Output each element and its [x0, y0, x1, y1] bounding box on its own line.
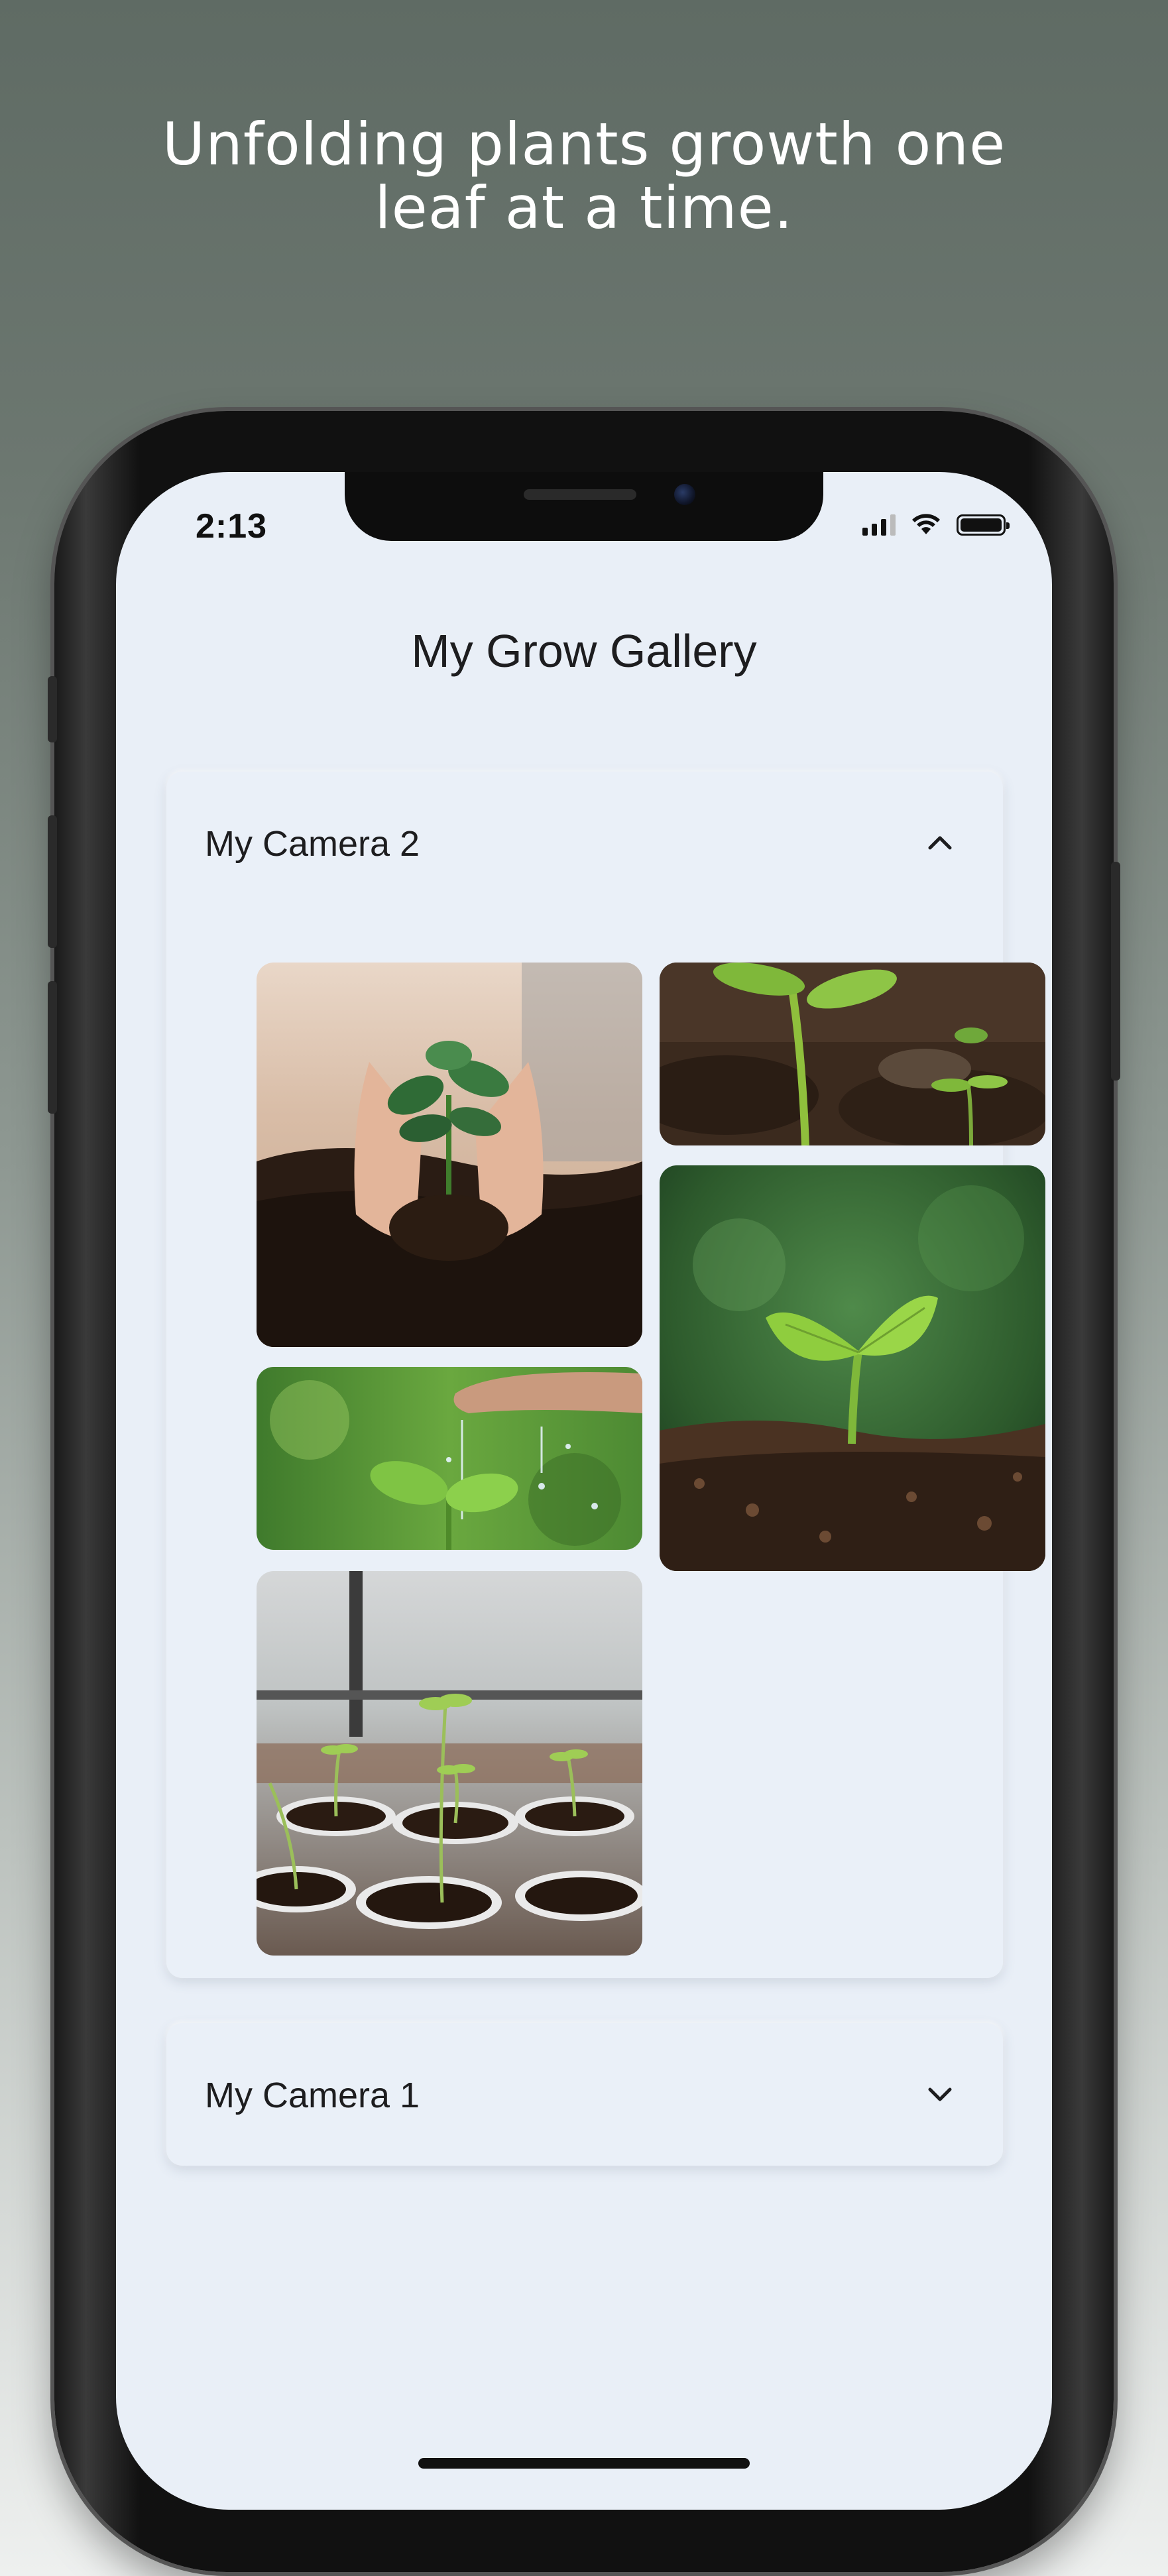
photo-seedling-watered[interactable] — [257, 1367, 642, 1550]
photo-young-sprout-soil[interactable] — [660, 963, 1045, 1145]
gallery-card-camera-1: My Camera 1 — [166, 2023, 1003, 2166]
phone-screen: 2:13 My Grow Gallery My Camera 2 My Came… — [116, 472, 1052, 2510]
wifi-icon — [912, 514, 940, 534]
status-time: 2:13 — [196, 507, 268, 546]
front-camera-icon — [674, 484, 695, 505]
photo-seedlings-in-pots[interactable] — [257, 1571, 642, 1956]
battery-icon — [957, 514, 1010, 536]
gallery-title: My Camera 2 — [205, 824, 420, 864]
chevron-down-icon[interactable] — [923, 2078, 957, 2111]
page-title: My Grow Gallery — [411, 625, 757, 677]
home-indicator[interactable] — [418, 2458, 750, 2469]
gallery-header-camera-2[interactable]: My Camera 2 — [166, 772, 1003, 914]
status-icons — [862, 512, 1010, 536]
volume-down-button — [48, 981, 57, 1114]
marketing-headline: Unfolding plants growth one leaf at a ti… — [0, 113, 1168, 240]
notch — [345, 472, 823, 541]
silent-switch — [48, 676, 57, 742]
headline-line-1: Unfolding plants growth one — [162, 110, 1006, 178]
gallery-header-camera-1[interactable]: My Camera 1 — [166, 2023, 1003, 2166]
signal-icon — [862, 514, 896, 536]
photo-hands-holding-seedling[interactable] — [257, 963, 642, 1347]
power-button — [1111, 862, 1120, 1081]
speaker-grille — [524, 489, 636, 500]
gallery-title: My Camera 1 — [205, 2076, 420, 2115]
headline-line-2: leaf at a time. — [375, 174, 793, 242]
volume-up-button — [48, 815, 57, 948]
photo-seedling-two-leaves[interactable] — [660, 1165, 1045, 1571]
chevron-up-icon[interactable] — [923, 826, 957, 859]
